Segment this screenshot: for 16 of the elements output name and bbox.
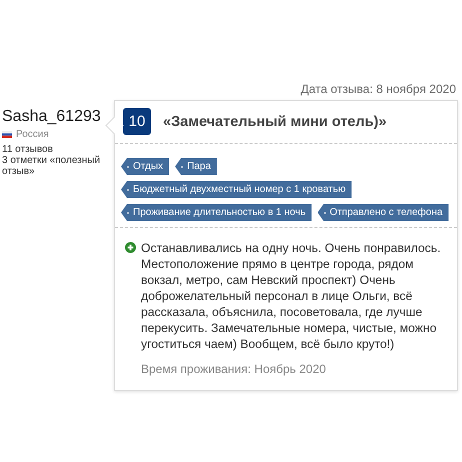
review-date: Дата отзыва: 8 ноября 2020: [300, 82, 457, 96]
stay-period: Время проживания: Ноябрь 2020: [141, 362, 327, 376]
flag-icon: [2, 131, 12, 138]
review-tag: Проживание длительностью в 1 ночь: [121, 204, 312, 221]
review-tag: Отправлено с телефона: [318, 204, 449, 221]
reviews-count: 11 отзывов: [2, 144, 54, 155]
score-badge: 10: [123, 108, 151, 135]
user-name: Sasha_61293: [2, 108, 102, 126]
review-tag: Бюджетный двухместный номер с 1 кроватью: [121, 181, 352, 198]
helpful-votes: 3 отметки «полезный отзыв»: [2, 155, 102, 177]
user-country: Россия: [16, 129, 49, 140]
review-title: «Замечательный мини отель)»: [163, 114, 387, 130]
positive-text: Останавливались на одну ночь. Очень понравилось. Местоположение прямо в центре города, рядом вокзал, метро, сам Невский проспект) Очень доброжелательный персонал в лице Ольги, всё рассказала, объяснила, посоветовала, где лучше перекусить. Замечательные номера, чистые, можно угоститься чаем) Вообщем, всё было круто!): [141, 240, 442, 352]
review-tag: Отдых: [121, 158, 170, 175]
plus-icon: [125, 242, 136, 253]
review-tag: Пара: [175, 158, 217, 175]
